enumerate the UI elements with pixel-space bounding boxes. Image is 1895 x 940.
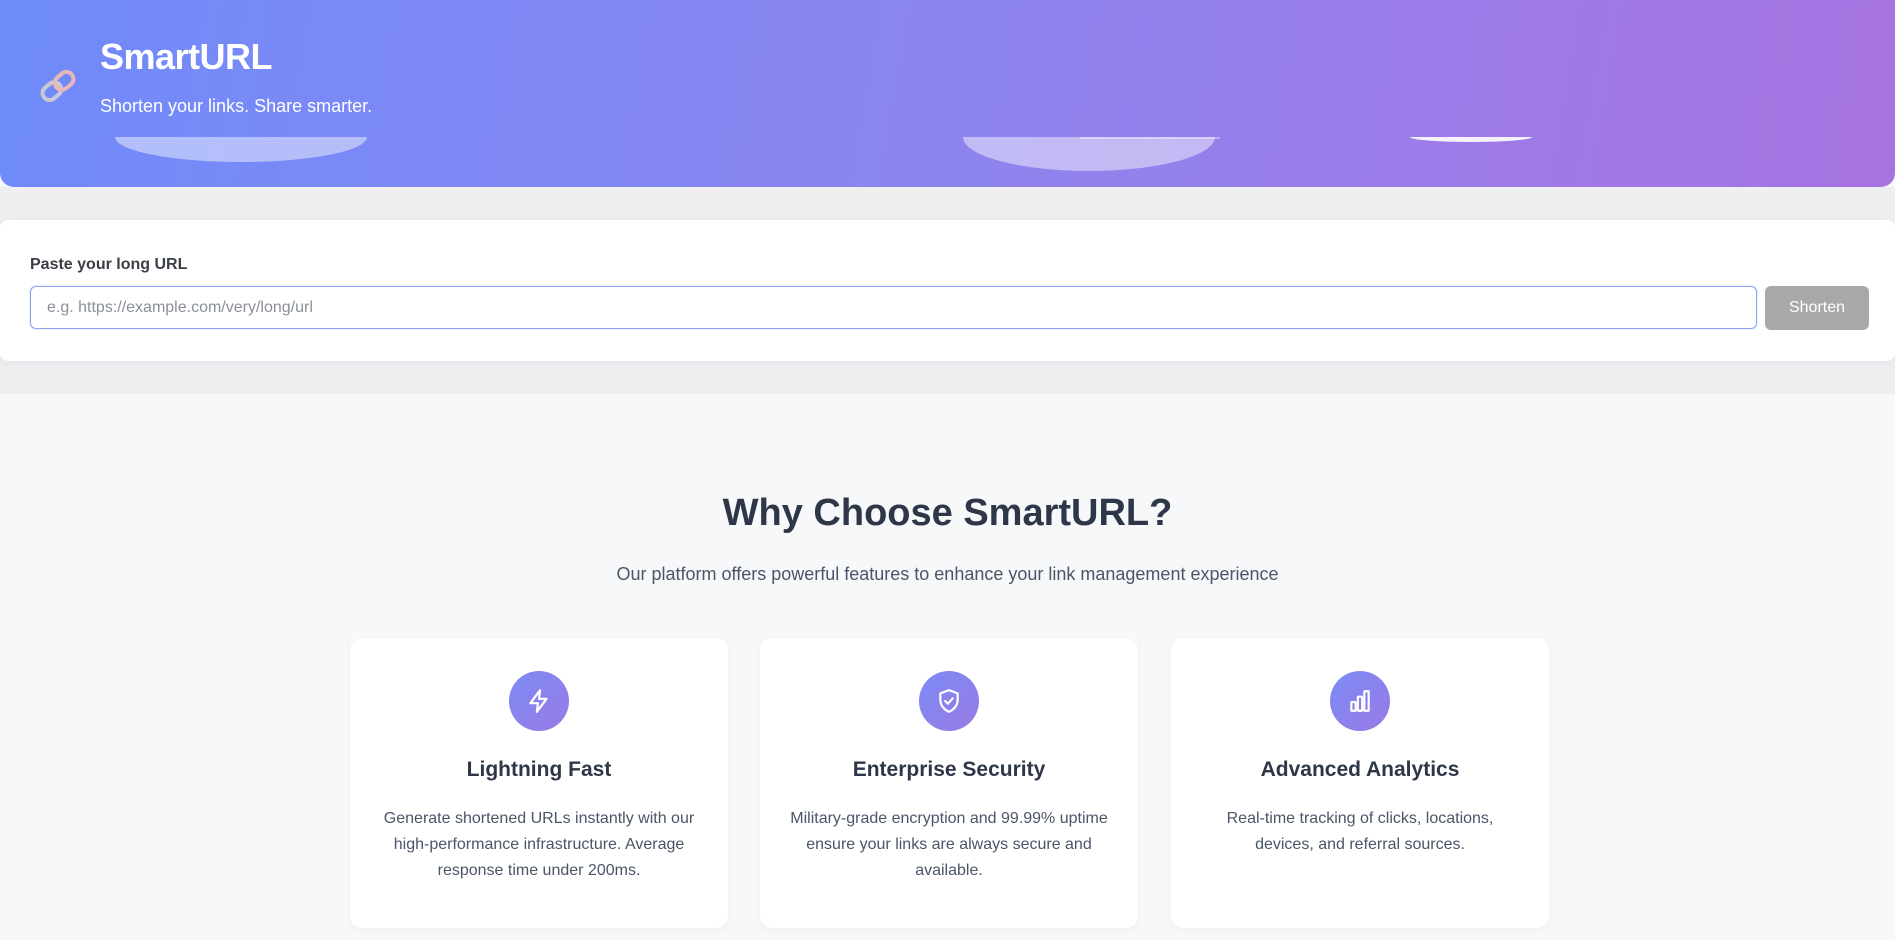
lightning-icon	[509, 671, 569, 731]
shield-check-icon	[919, 671, 979, 731]
shortener-card: Paste your long URL Shorten	[0, 220, 1895, 361]
feature-title: Enterprise Security	[852, 758, 1046, 781]
brand-title: SmartURL	[100, 36, 273, 77]
shorten-button[interactable]: Shorten	[1765, 286, 1869, 330]
brand-tagline: Shorten your links. Share smarter.	[100, 96, 373, 116]
feature-title: Lightning Fast	[466, 758, 612, 781]
bar-chart-icon	[1330, 671, 1390, 731]
features-section: Why Choose SmartURL? Our platform offers…	[0, 394, 1895, 940]
url-input-label: Paste your long URL	[30, 256, 188, 273]
feature-card-enterprise-security: Enterprise Security Military-grade encry…	[760, 638, 1138, 928]
hero-header: SmartURL Shorten your links. Share smart…	[0, 0, 1895, 187]
feature-title: Advanced Analytics	[1260, 758, 1460, 781]
feature-card-advanced-analytics: Advanced Analytics Real-time tracking of…	[1171, 638, 1549, 928]
features-subtitle: Our platform offers powerful features to…	[616, 564, 1279, 584]
url-input[interactable]	[30, 286, 1757, 329]
decorative-line	[1080, 137, 1220, 139]
decorative-wave	[115, 137, 367, 162]
decorative-wave	[963, 137, 1215, 171]
feature-card-lightning-fast: Lightning Fast Generate shortened URLs i…	[350, 638, 728, 928]
decorative-wave	[1410, 137, 1532, 142]
link-icon	[36, 64, 80, 108]
feature-description: Generate shortened URLs instantly with o…	[383, 810, 695, 879]
feature-description: Military-grade encryption and 99.99% upt…	[790, 810, 1108, 879]
features-title: Why Choose SmartURL?	[722, 492, 1173, 534]
feature-description: Real-time tracking of clicks, locations,…	[1226, 810, 1494, 853]
